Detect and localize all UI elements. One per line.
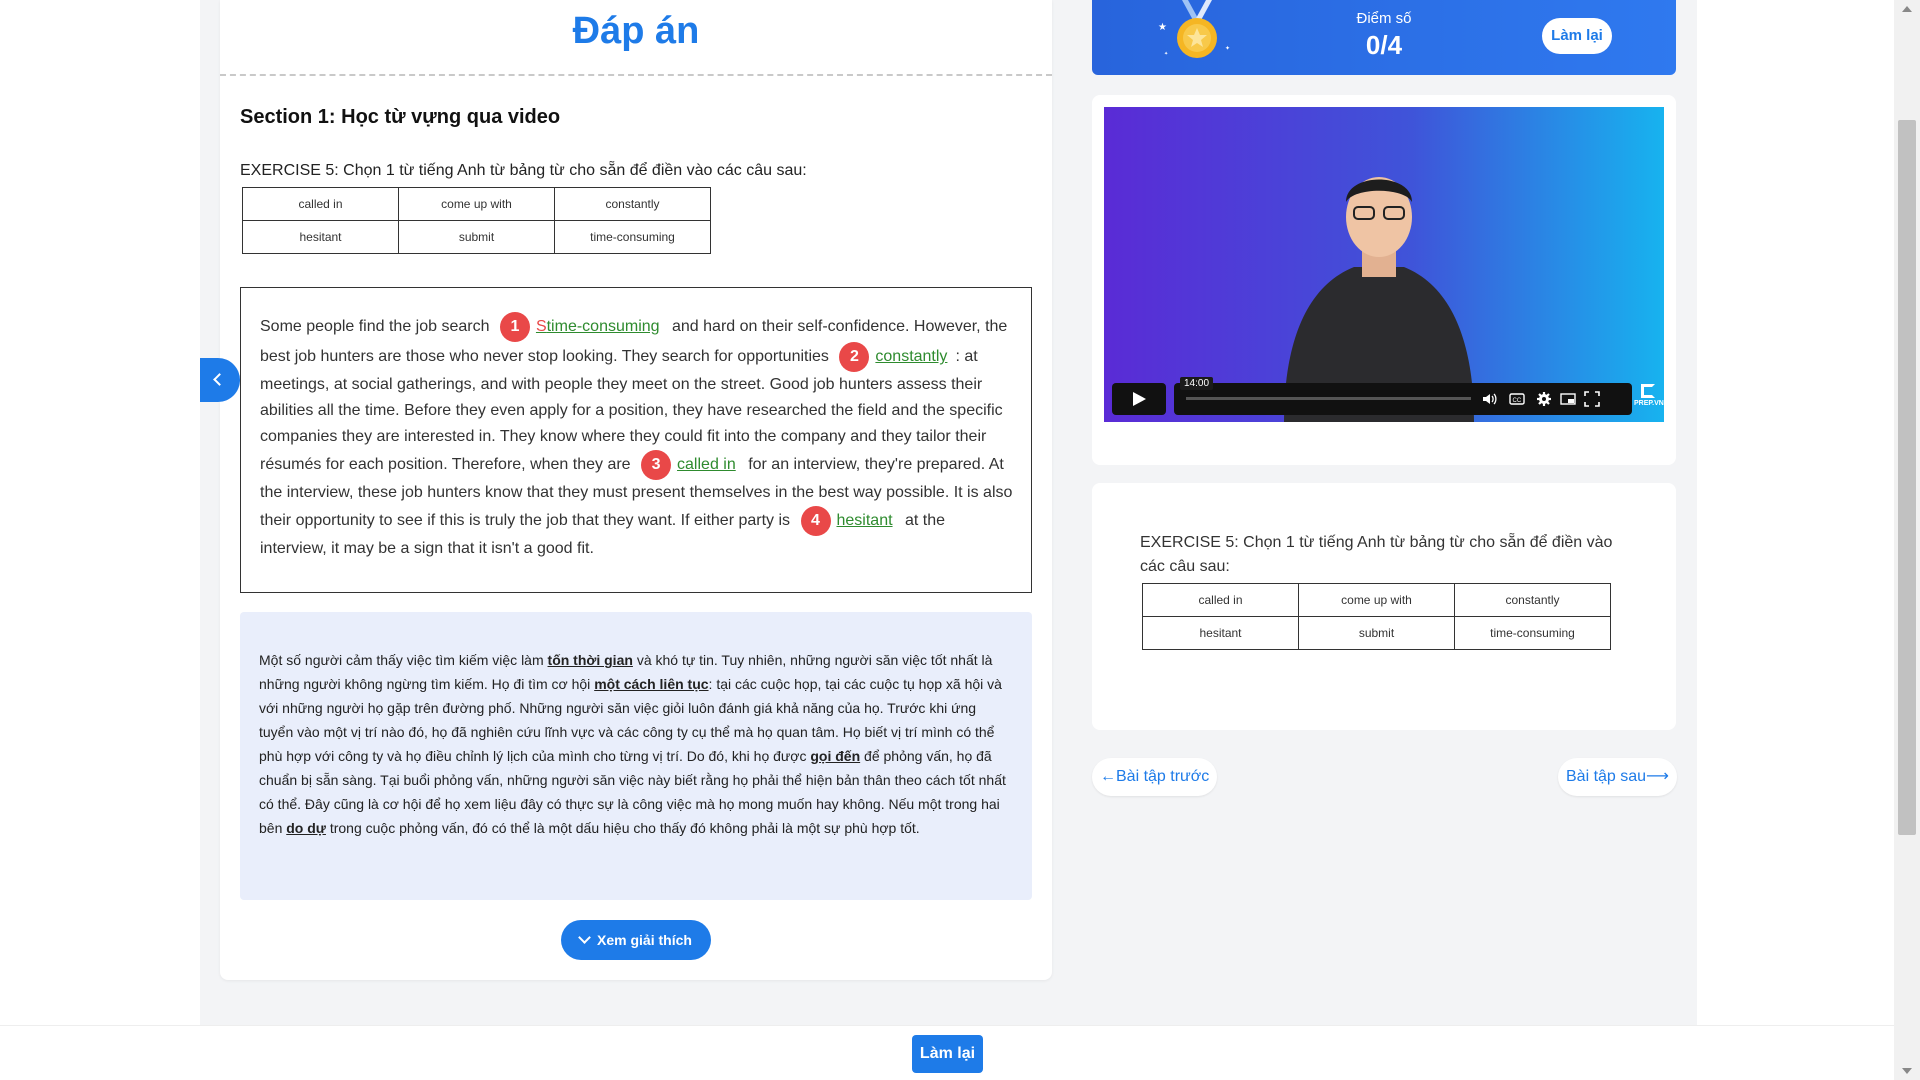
control-bar: 14:00 CC xyxy=(1174,377,1632,415)
passage-box: Some people find the job search 1 Stime-c… xyxy=(240,287,1032,593)
blank-answer-2[interactable]: constantly xyxy=(875,348,947,365)
blank-number-1: 1 xyxy=(499,312,530,342)
table-row: called in come up with constantly xyxy=(1142,583,1611,617)
picture-in-picture-icon[interactable] xyxy=(1560,391,1576,407)
captions-icon[interactable]: CC xyxy=(1509,391,1525,407)
video-card: 14:00 CC PREP.VN xyxy=(1092,95,1676,465)
settings-gear-icon[interactable] xyxy=(1536,391,1552,407)
word-cell: come up with xyxy=(398,187,555,221)
translation-keyword: do dự xyxy=(286,820,326,836)
title-divider xyxy=(220,74,1052,76)
translation-text: trong cuộc phỏng vấn, đó có thể là một d… xyxy=(329,820,920,836)
play-button[interactable] xyxy=(1112,383,1166,415)
footer-bar: Làm lại xyxy=(0,1025,1894,1080)
brand-watermark: PREP.VN xyxy=(1634,384,1664,407)
video-controls: 14:00 CC xyxy=(1112,377,1632,415)
word-cell: time-consuming xyxy=(554,220,711,254)
word-cell: submit xyxy=(1298,616,1455,650)
retry-button[interactable]: Làm lại xyxy=(1542,18,1612,54)
answer-title: Đáp án xyxy=(572,10,700,52)
brand-logo-icon xyxy=(1641,384,1655,398)
blank-number-4: 4 xyxy=(800,506,831,536)
previous-exercise-button[interactable]: ←Bài tập trước xyxy=(1092,758,1218,796)
translation-keyword: gọi đến xyxy=(810,748,861,764)
translation-keyword: một cách liên tục xyxy=(594,676,709,692)
blank-answer-4[interactable]: hesitant xyxy=(837,512,893,529)
next-exercise-button[interactable]: Bài tập sau⟶ xyxy=(1558,758,1677,796)
translation-text: Một số người cảm thấy việc tìm kiếm việc… xyxy=(259,652,544,668)
volume-icon[interactable] xyxy=(1481,391,1497,407)
show-explanation-button[interactable]: Xem giải thích xyxy=(561,920,711,960)
score-card: ★ ✦ ✦ Điểm số 0/4 Làm lại xyxy=(1092,0,1676,75)
brand-text: PREP.VN xyxy=(1634,400,1664,407)
footer-retry-button[interactable]: Làm lại xyxy=(912,1035,983,1073)
word-bank-table: called in come up with constantly hesita… xyxy=(242,187,711,254)
video-player[interactable]: 14:00 CC PREP.VN xyxy=(1104,107,1664,422)
word-cell: hesitant xyxy=(242,220,399,254)
scroll-down-icon[interactable] xyxy=(1902,1068,1912,1074)
chevron-left-icon xyxy=(213,373,226,386)
word-cell: come up with xyxy=(1298,583,1455,617)
table-row: called in come up with constantly xyxy=(242,187,711,221)
word-cell: submit xyxy=(398,220,555,254)
play-icon xyxy=(1133,392,1146,406)
word-cell: constantly xyxy=(1454,583,1611,617)
table-row: hesitant submit time-consuming xyxy=(242,220,711,254)
chevron-down-icon xyxy=(578,931,591,944)
passage-text: : at meetings, at social gatherings, and… xyxy=(260,348,1003,474)
user-answer-wrong: S xyxy=(535,318,547,336)
table-row: hesitant submit time-consuming xyxy=(1142,616,1611,650)
blank-answer-3[interactable]: called in xyxy=(677,456,736,473)
exercise-instruction: EXERCISE 5: Chọn 1 từ tiếng Anh từ bảng … xyxy=(1140,534,1613,575)
blank-number-3: 3 xyxy=(641,450,672,480)
fullscreen-icon[interactable] xyxy=(1584,391,1600,407)
exercise-reference-card: EXERCISE 5: Chọn 1 từ tiếng Anh từ bảng … xyxy=(1092,483,1676,730)
word-cell: hesitant xyxy=(1142,616,1299,650)
presenter-image xyxy=(1284,177,1474,422)
scrollbar[interactable] xyxy=(1894,0,1920,1080)
word-bank-table: called in come up with constantly hesita… xyxy=(1142,583,1611,650)
svg-text:CC: CC xyxy=(1513,398,1522,404)
answer-card: Đáp án Section 1: Học từ vựng qua video … xyxy=(220,0,1052,980)
correct-answer: time-consuming xyxy=(546,318,660,336)
progress-bar[interactable]: 14:00 xyxy=(1180,377,1471,400)
show-explanation-label: Xem giải thích xyxy=(597,932,692,948)
word-cell: time-consuming xyxy=(1454,616,1611,650)
translation-box: Một số người cảm thấy việc tìm kiếm việc… xyxy=(240,612,1032,900)
passage-text: Some people find the job search xyxy=(260,318,490,336)
word-cell: called in xyxy=(242,187,399,221)
translation-keyword: tốn thời gian xyxy=(547,652,633,668)
exercise-instruction: EXERCISE 5: Chọn 1 từ tiếng Anh từ bảng … xyxy=(240,162,807,179)
blank-number-2: 2 xyxy=(839,342,870,372)
word-cell: called in xyxy=(1142,583,1299,617)
time-tooltip: 14:00 xyxy=(1180,377,1214,390)
section-title: Section 1: Học từ vựng qua video xyxy=(240,106,561,128)
scroll-up-icon[interactable] xyxy=(1902,6,1912,12)
blank-answer-1[interactable]: Stime-consuming xyxy=(536,318,660,335)
scrollbar-thumb[interactable] xyxy=(1898,120,1916,835)
word-cell: constantly xyxy=(554,187,711,221)
